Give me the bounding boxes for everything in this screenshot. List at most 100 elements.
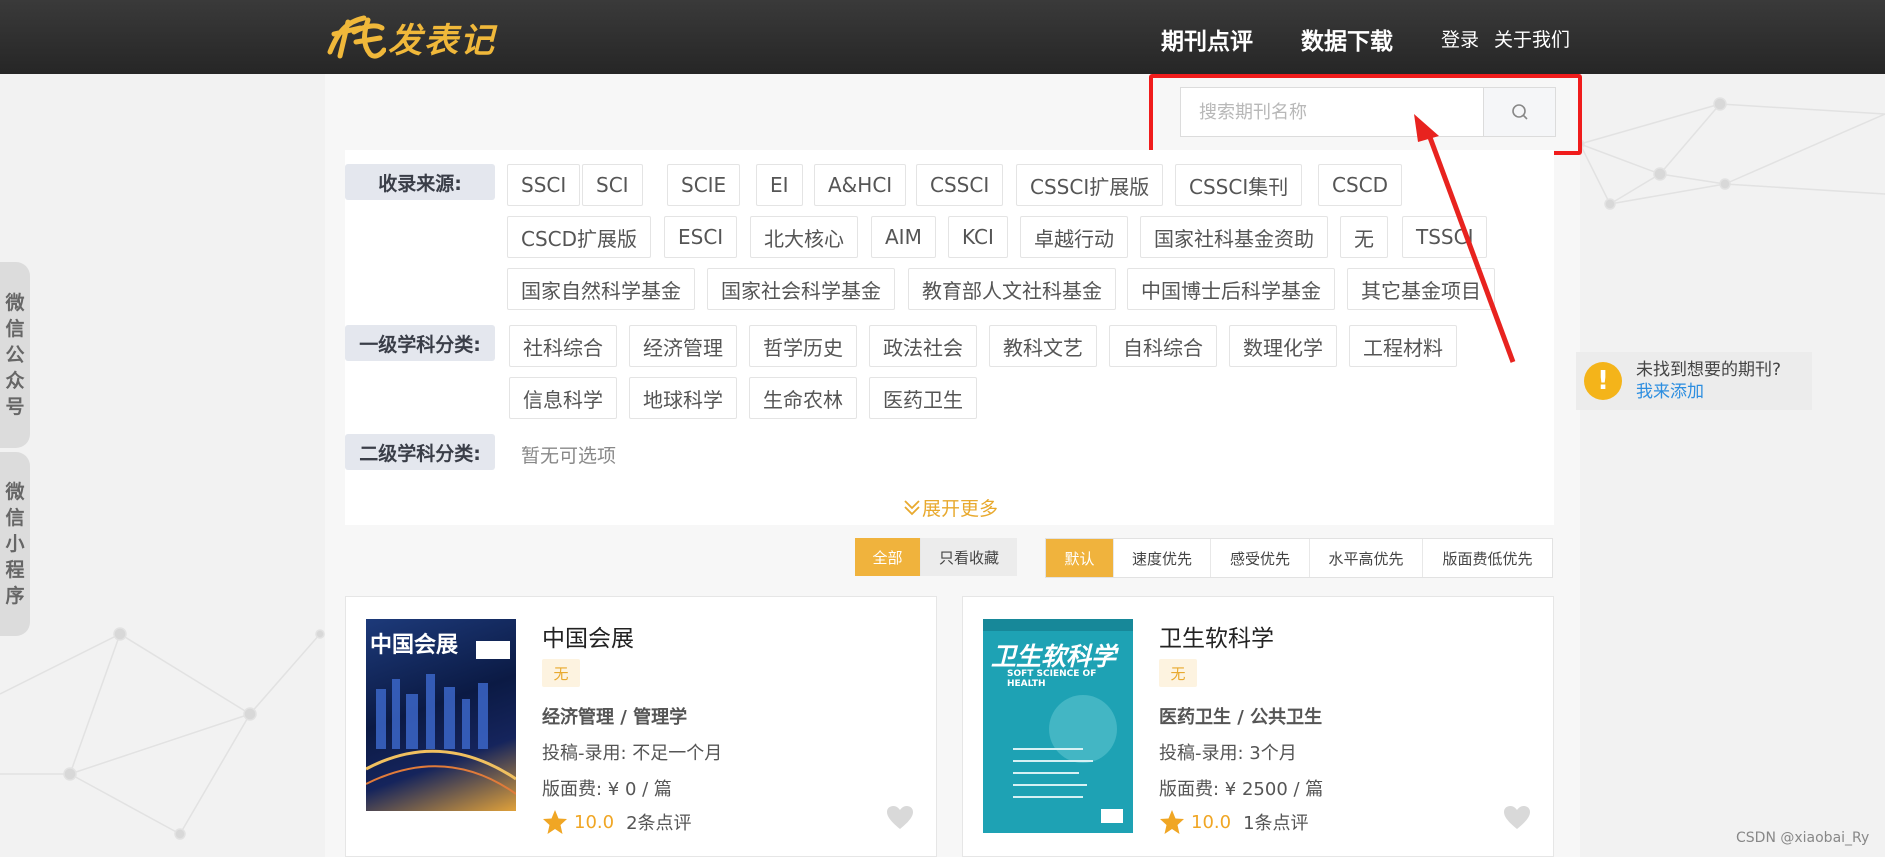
journal-fee: 版面费: ¥ 0 / 篇	[542, 779, 672, 800]
nav-login[interactable]: 登录	[1441, 25, 1479, 52]
logo-mark-icon	[327, 15, 386, 59]
nav-journal-review[interactable]: 期刊点评	[1161, 22, 1253, 56]
add-journal-link[interactable]: 我来添加	[1636, 381, 1781, 403]
level2-empty-text: 暂无可选项	[521, 445, 617, 467]
journal-title[interactable]: 卫生软科学	[1159, 619, 1274, 653]
source-filter-tag[interactable]: TSSCI	[1402, 216, 1488, 258]
expand-more-button[interactable]: 展开更多	[902, 494, 998, 521]
level1-subject-tag[interactable]: 哲学历史	[749, 325, 857, 367]
level1-subject-tag[interactable]: 经济管理	[629, 325, 737, 367]
journal-timeline: 投稿-录用: 3个月	[1159, 743, 1297, 764]
level1-subject-tag[interactable]: 自科综合	[1109, 325, 1217, 367]
journal-timeline: 投稿-录用: 不足一个月	[542, 743, 723, 764]
source-filter-tag[interactable]: EI	[756, 164, 803, 206]
source-filter-tag[interactable]: AIM	[871, 216, 936, 258]
review-count[interactable]: 2条点评	[626, 809, 691, 835]
journal-subject: 医药卫生 / 公共卫生	[1159, 707, 1323, 728]
review-count[interactable]: 1条点评	[1243, 809, 1308, 835]
favorite-heart-icon[interactable]	[1503, 805, 1531, 831]
side-tab-char: 信	[5, 318, 25, 340]
source-filter-tag[interactable]: 其它基金项目	[1347, 268, 1495, 310]
search-highlight-box	[1149, 74, 1582, 155]
level2-filter-label: 二级学科分类:	[345, 434, 495, 470]
side-tab-char: 众	[5, 370, 25, 392]
level1-subject-tag[interactable]: 医药卫生	[869, 377, 977, 419]
level1-subject-tag[interactable]: 信息科学	[509, 377, 617, 419]
source-filter-tag[interactable]: 国家自然科学基金	[507, 268, 695, 310]
journal-cover-image: 卫生软科学 SOFT SCIENCE OF HEALTH	[983, 619, 1133, 833]
source-filter-tag[interactable]: A&HCI	[814, 164, 907, 206]
sort-level[interactable]: 水平高优先	[1310, 539, 1423, 577]
side-tab-char: 程	[5, 559, 25, 581]
sort-options: 默认 速度优先 感受优先 水平高优先 版面费低优先	[1045, 538, 1553, 578]
view-favorites-button[interactable]: 只看收藏	[921, 538, 1017, 576]
source-filter-tag[interactable]: KCI	[948, 216, 1008, 258]
source-filter-tag[interactable]: 中国博士后科学基金	[1127, 268, 1335, 310]
wechat-mini-program-tab[interactable]: 微信小程序	[0, 452, 30, 636]
source-filter-tag[interactable]: CSCD扩展版	[507, 216, 652, 258]
journal-rating: 10.0 2条点评	[542, 809, 692, 835]
journal-subject: 经济管理 / 管理学	[542, 707, 688, 728]
top-navigation-bar: 发表记 期刊点评 数据下载 登录 关于我们	[0, 0, 1885, 74]
source-filter-tag[interactable]: CSSCI集刊	[1175, 164, 1303, 206]
csdn-watermark: CSDN @xiaobai_Ry	[1736, 830, 1870, 846]
side-tab-char: 公	[5, 344, 25, 366]
sort-low-fee[interactable]: 版面费低优先	[1423, 539, 1552, 577]
source-filter-tag[interactable]: SCIE	[667, 164, 741, 206]
level1-subject-tag[interactable]: 教科文艺	[989, 325, 1097, 367]
sort-experience[interactable]: 感受优先	[1211, 539, 1310, 577]
side-tab-char: 信	[5, 507, 25, 529]
view-toggle: 全部 只看收藏	[855, 538, 1017, 578]
source-filter-tag[interactable]: ESCI	[664, 216, 738, 258]
sort-speed[interactable]: 速度优先	[1114, 539, 1211, 577]
level1-subject-tag[interactable]: 数理化学	[1229, 325, 1337, 367]
logo-text: 发表记	[388, 20, 496, 61]
side-tab-char: 序	[5, 585, 25, 607]
view-all-button[interactable]: 全部	[855, 538, 921, 576]
source-filter-tag[interactable]: CSCD	[1318, 164, 1403, 206]
level1-subject-tag[interactable]: 政法社会	[869, 325, 977, 367]
index-badge: 无	[1159, 659, 1197, 687]
source-filter-tag[interactable]: CSSCI扩展版	[1016, 164, 1164, 206]
star-icon	[543, 810, 567, 834]
source-filter-tag[interactable]: 卓越行动	[1020, 216, 1128, 258]
source-filter-tag[interactable]: 北大核心	[750, 216, 858, 258]
side-tab-char: 号	[5, 396, 25, 418]
sort-default[interactable]: 默认	[1046, 539, 1114, 577]
double-chevron-down-icon	[904, 499, 920, 515]
level1-filter-label: 一级学科分类:	[345, 325, 495, 361]
wechat-official-account-tab[interactable]: 微信公众号	[0, 262, 30, 448]
rating-score: 10.0	[1191, 811, 1232, 833]
journal-card[interactable]: 卫生软科学 SOFT SCIENCE OF HEALTH 卫生软科学 无 医药卫…	[962, 596, 1554, 857]
journal-not-found-box: ! 未找到想要的期刊? 我来添加	[1576, 352, 1812, 410]
nav-data-download[interactable]: 数据下载	[1301, 22, 1393, 56]
source-filter-tag[interactable]: 无	[1340, 216, 1388, 258]
cover-pattern	[1013, 695, 1123, 823]
source-filter-label: 收录来源:	[345, 164, 495, 200]
nav-about-us[interactable]: 关于我们	[1494, 25, 1570, 52]
not-found-question: 未找到想要的期刊?	[1636, 360, 1782, 380]
side-tab-char: 微	[5, 292, 25, 314]
journal-card[interactable]: 中国会展 中国会展 无 经济管理 / 管理学 投稿-录用: 不足一个月 版面费:…	[345, 596, 937, 857]
level1-subject-tag[interactable]: 工程材料	[1349, 325, 1457, 367]
journal-title[interactable]: 中国会展	[542, 619, 634, 653]
source-filter-tag[interactable]: CSSCI	[916, 164, 1004, 206]
source-filter-tag[interactable]: SSCI	[507, 164, 581, 206]
rating-score: 10.0	[574, 811, 615, 833]
expand-more-label: 展开更多	[922, 498, 999, 520]
source-filter-tag[interactable]: SCI	[582, 164, 643, 206]
level1-subject-tag[interactable]: 地球科学	[629, 377, 737, 419]
side-tab-char: 微	[5, 481, 25, 503]
level1-subject-tag[interactable]: 社科综合	[509, 325, 617, 367]
site-logo[interactable]: 发表记	[324, 12, 496, 62]
journal-rating: 10.0 1条点评	[1159, 809, 1309, 835]
favorite-heart-icon[interactable]	[886, 805, 914, 831]
level1-subject-tag[interactable]: 生命农林	[749, 377, 857, 419]
journal-cover-image: 中国会展	[366, 619, 516, 811]
journal-fee: 版面费: ¥ 2500 / 篇	[1159, 779, 1324, 800]
star-icon	[1160, 810, 1184, 834]
source-filter-tag[interactable]: 国家社会科学基金	[707, 268, 895, 310]
warning-icon: !	[1584, 362, 1622, 400]
source-filter-tag[interactable]: 国家社科基金资助	[1140, 216, 1328, 258]
source-filter-tag[interactable]: 教育部人文社科基金	[908, 268, 1116, 310]
